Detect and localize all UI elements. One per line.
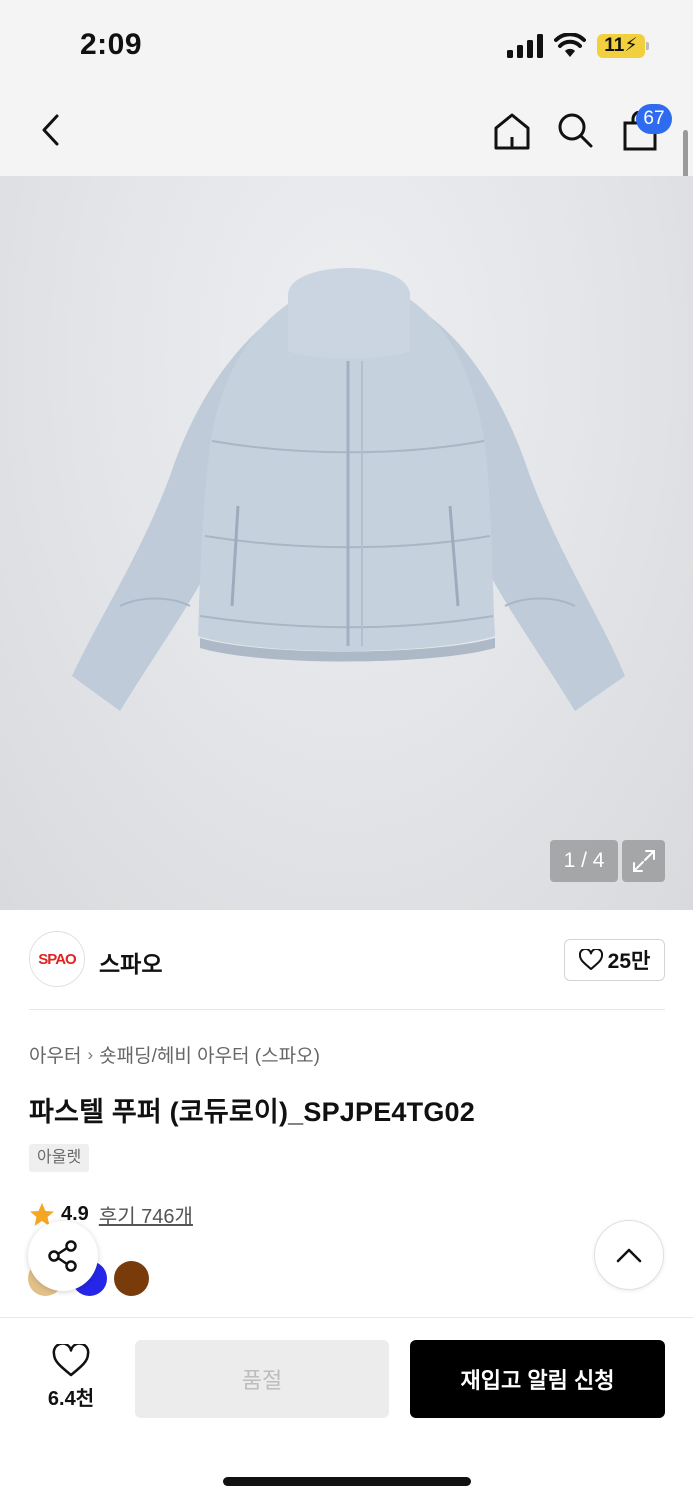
wifi-icon: [554, 33, 586, 57]
bottom-action-bar: 6.4천 품절 재입고 알림 신청: [0, 1317, 693, 1500]
battery-icon: 11⚡: [597, 34, 645, 58]
back-button[interactable]: [28, 107, 74, 153]
expand-image-button[interactable]: [622, 840, 665, 882]
search-icon: [558, 113, 593, 148]
wishlist-count: 6.4천: [47, 1388, 95, 1410]
home-button[interactable]: [488, 107, 536, 155]
chevron-left-icon: [42, 114, 59, 146]
expand-icon: [632, 850, 655, 872]
home-indicator[interactable]: [223, 1477, 471, 1486]
product-image-gallery[interactable]: 1 / 4: [0, 176, 693, 910]
breadcrumb-item-category[interactable]: 숏패딩/헤비 아우터 (스파오): [99, 1041, 320, 1068]
divider: [29, 1009, 665, 1010]
review-link[interactable]: 후기 746개: [99, 1200, 193, 1229]
battery-nub: [646, 42, 649, 50]
top-nav-bar: [0, 90, 693, 176]
cart-count-badge: 67: [636, 104, 672, 134]
outlet-tag: 아울렛: [29, 1144, 90, 1172]
search-button[interactable]: [552, 107, 598, 153]
status-time: 2:09: [80, 28, 143, 61]
product-title: 파스텔 푸퍼 (코듀로이)_SPJPE4TG02: [29, 1097, 475, 1127]
brand-like-count: 25만: [607, 950, 651, 973]
brand-logo[interactable]: SPAO: [29, 931, 85, 987]
wishlist-button[interactable]: 6.4천: [30, 1344, 112, 1424]
status-bar: 2:09 11⚡: [0, 0, 693, 90]
restock-alert-button[interactable]: 재입고 알림 신청: [410, 1340, 665, 1418]
heart-icon: [52, 1344, 90, 1377]
breadcrumb-item-outer[interactable]: 아우터: [29, 1041, 81, 1068]
soldout-button[interactable]: 품절: [135, 1340, 389, 1418]
brand-name[interactable]: 스파오: [99, 945, 162, 979]
home-icon: [494, 113, 530, 150]
image-counter: 1 / 4: [550, 840, 618, 882]
battery-level: 11: [604, 35, 625, 56]
color-swatch-brown[interactable]: [114, 1261, 149, 1296]
brand-like-button[interactable]: 25만: [564, 939, 665, 981]
breadcrumb: 아우터 › 숏패딩/헤비 아우터 (스파오): [29, 1041, 320, 1068]
share-button[interactable]: [28, 1221, 98, 1291]
signal-icon: [507, 34, 543, 58]
share-icon: [48, 1240, 77, 1272]
chevron-right-icon: ›: [87, 1044, 94, 1064]
heart-icon: [578, 949, 603, 970]
scroll-to-top-button[interactable]: [594, 1220, 664, 1290]
product-photo-puffer-jacket: [72, 268, 625, 711]
chevron-up-icon: [616, 1248, 642, 1263]
